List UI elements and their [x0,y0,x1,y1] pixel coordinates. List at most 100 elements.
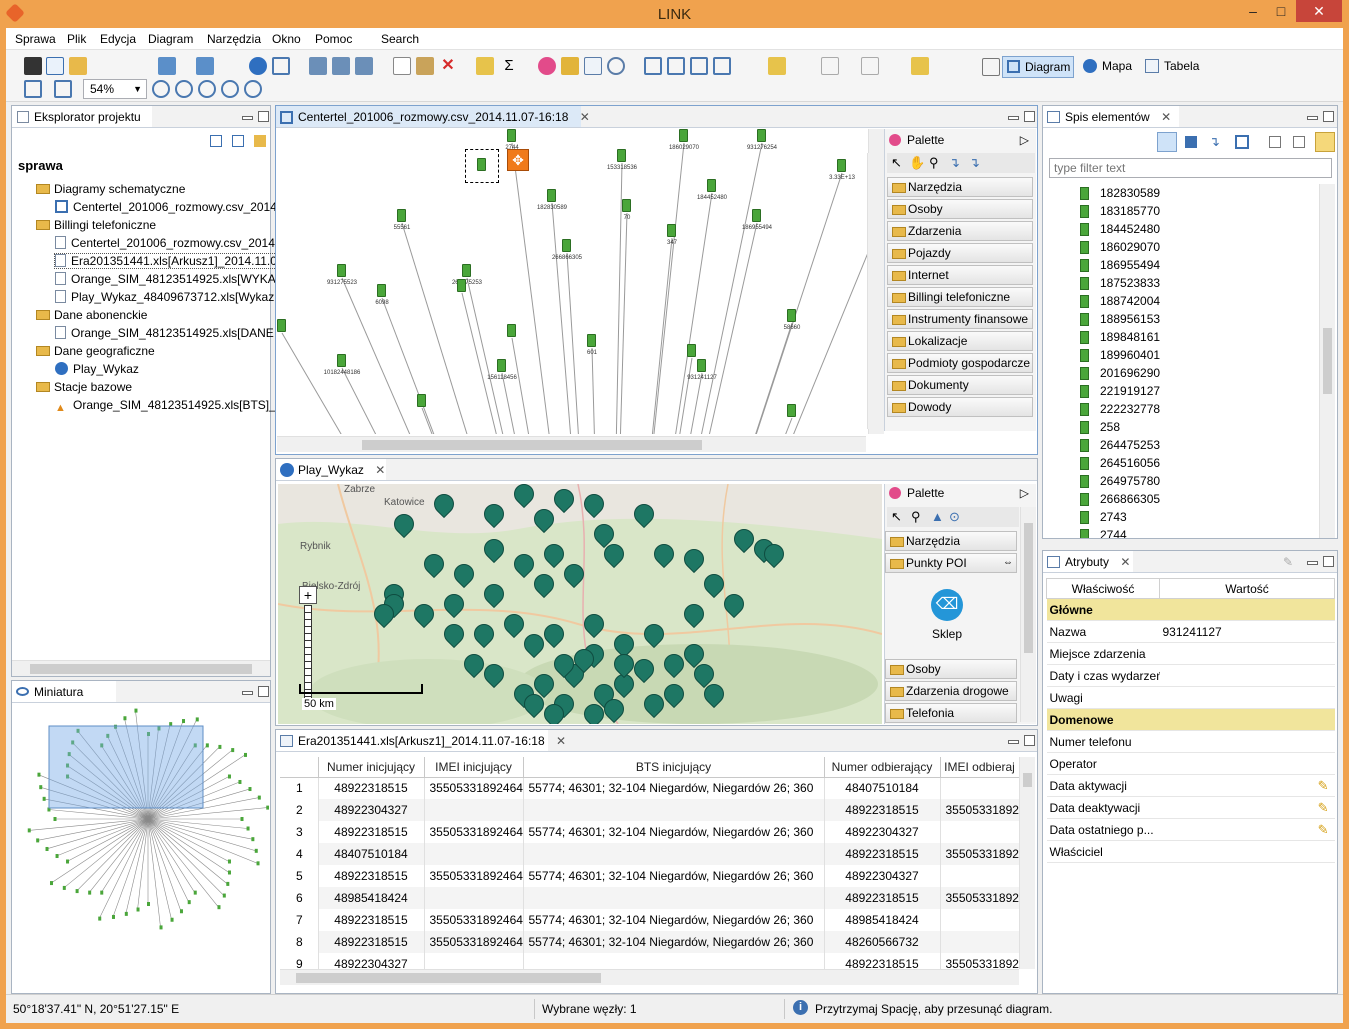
close-tab-icon[interactable]: ✕ [1120,555,1130,569]
tree-item[interactable]: Era201351441.xls[Arkusz1]_2014.11.07 [54,253,285,269]
value-column-header[interactable]: Wartość [1159,578,1335,599]
table-cell[interactable] [940,909,1019,931]
collapse-all-icon[interactable] [232,135,244,147]
property-column-header[interactable]: Właściwość [1046,578,1160,599]
attribute-row[interactable]: Uwagi [1046,686,1335,709]
tab-map-editor[interactable]: Play_Wykaz ✕ [276,459,386,481]
element-list-item[interactable]: 186955494 [1044,256,1160,274]
signal-tool-icon[interactable]: ⊙ [949,509,960,525]
attribute-row[interactable]: Data ostatniego p... ✎ [1046,818,1335,841]
table-hscroll-thumb[interactable] [296,973,601,983]
phone-node[interactable] [562,239,571,252]
zoom-fit-icon[interactable] [198,80,216,98]
maximize-panel-icon[interactable] [258,111,269,122]
attribute-value[interactable] [1159,840,1335,863]
export-icon[interactable] [196,57,214,75]
node-filter-icon[interactable] [1185,136,1197,148]
phone-node[interactable] [707,179,716,192]
map-palette-group-zdarzenia-drogowe[interactable]: Zdarzenia drogowe [885,681,1017,701]
map-palette-group-osoby[interactable]: Osoby [885,659,1017,679]
phone-node[interactable] [752,209,761,222]
element-list-item[interactable]: 222232778 [1044,400,1160,418]
element-list-item[interactable]: 184452480 [1044,220,1160,238]
table-cell[interactable] [523,887,825,909]
attribute-row[interactable]: Data aktywacji ✎ [1046,774,1335,797]
sync-icon[interactable] [1315,132,1335,152]
tree-folder[interactable]: Dane abonenckie [36,308,147,322]
attribute-value[interactable] [1159,708,1335,731]
phone-node[interactable] [507,324,516,337]
table-cell[interactable]: 48922318515 [824,953,941,969]
table-cell[interactable]: 48922318515 [824,799,941,821]
row-number[interactable]: 5 [280,865,319,887]
close-tab-icon[interactable]: ✕ [556,734,566,748]
tree-item[interactable]: ▲ Orange_SIM_48123514925.xls[BTS]_20 [55,398,289,415]
menu-narzedzia[interactable]: Narzędzia [207,32,261,46]
explorer-root[interactable]: sprawa [18,158,63,173]
column-header[interactable]: IMEI odbieraj [940,757,1019,778]
phone-node[interactable] [787,309,796,322]
row-number[interactable]: 6 [280,887,319,909]
map-palette-group-narzedzia[interactable]: Narzędzia [885,531,1017,551]
table-cell[interactable]: 35505331892464 [940,953,1019,969]
palette-group[interactable]: Dowody [887,397,1033,417]
elements-vscroll-thumb[interactable] [1323,328,1332,394]
table-hscroll[interactable] [280,969,1019,985]
table-cell[interactable]: 48922318515 [318,821,425,843]
phone-node[interactable] [667,224,676,237]
table-cell[interactable]: 48922318515 [318,865,425,887]
collapse-icon[interactable] [1269,136,1281,148]
expand-icon[interactable] [1293,136,1305,148]
element-list-item[interactable]: 188742004 [1044,292,1160,310]
tree-icon[interactable] [54,80,72,98]
tree-folder[interactable]: Stacje bazowe [36,380,132,394]
phone-node[interactable] [462,264,471,277]
phone-node[interactable] [457,279,466,292]
phone-node[interactable] [417,394,426,407]
minimize-panel-icon[interactable] [1008,116,1019,120]
open-perspective-icon[interactable] [982,58,1000,76]
select-tool-icon[interactable]: ↖ [891,155,902,171]
table-row[interactable]: 248922304327 4892231851535505331892464 [280,799,1019,821]
elements-vscroll[interactable] [1319,184,1335,538]
element-list-item[interactable]: 264516056 [1044,454,1160,472]
edge-filter-icon[interactable]: ↴ [1209,134,1220,150]
row-number[interactable]: 9 [280,953,319,969]
table-cell[interactable]: 55774; 46301; 32-104 Niegardów, Niegardó… [523,909,825,931]
maximize-panel-icon[interactable] [1323,111,1334,122]
table-cell[interactable]: 35505331892464 [424,909,524,931]
zoom-reset-icon[interactable] [244,80,262,98]
minimize-panel-icon[interactable] [1008,740,1019,744]
attribute-row[interactable]: Nazwa 931241127 [1046,620,1335,643]
connection2-tool-icon[interactable]: ↴ [969,155,980,171]
menu-edycja[interactable]: Edycja [100,32,136,46]
filter-icon[interactable] [821,57,839,75]
palette-group[interactable]: Internet [887,265,1033,285]
element-list-item[interactable]: 2744 [1044,526,1127,538]
attribute-value[interactable] [1159,642,1335,665]
attribute-value[interactable]: 931241127 [1159,620,1335,643]
phone-node[interactable] [757,129,766,142]
palette-group[interactable]: Dokumenty [887,375,1033,395]
new-window-icon[interactable] [46,57,64,75]
person-filter-icon[interactable] [1157,132,1177,152]
attribute-row[interactable]: Właściciel [1046,840,1335,863]
table-cell[interactable] [424,953,524,969]
element-list-item[interactable]: 201696290 [1044,364,1160,382]
table-cell[interactable]: 55774; 46301; 32-104 Niegardów, Niegardó… [523,865,825,887]
table-cell[interactable]: 48922304327 [318,799,425,821]
map-zoom-slider[interactable] [304,605,312,710]
phone-node[interactable] [497,359,506,372]
table-cell[interactable]: 35505331892464 [940,887,1019,909]
zoom-selection-icon[interactable] [221,80,239,98]
phone-node[interactable] [622,199,631,212]
attribute-section[interactable]: Domenowe [1046,708,1335,731]
table-cell[interactable]: 48985418424 [824,909,941,931]
attribute-row[interactable]: Data deaktywacji ✎ [1046,796,1335,819]
move-handle-icon[interactable]: ✥ [507,149,529,171]
antenna-tool-icon[interactable]: ▲ [931,509,944,524]
table-row[interactable]: 648985418424 4892231851535505331892464 [280,887,1019,909]
menu-sprawa[interactable]: Sprawa [15,32,56,46]
import-icon[interactable] [158,57,176,75]
close-tab-icon[interactable]: ✕ [580,110,590,124]
